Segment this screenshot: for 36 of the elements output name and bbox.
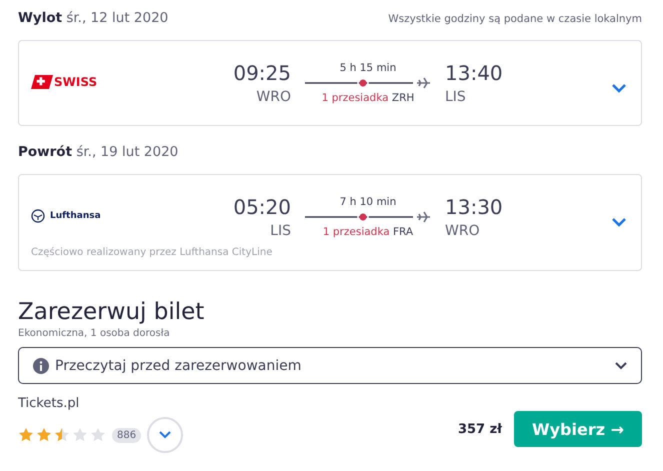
stops-count: 1 przesiadka	[322, 92, 389, 104]
price: 357 zł	[458, 422, 502, 436]
arrival-airport: WRO	[445, 223, 481, 239]
info-icon	[33, 358, 49, 374]
expand-chevron-icon[interactable]	[611, 83, 627, 93]
chevron-down-icon	[615, 362, 627, 370]
star-icon	[90, 427, 106, 443]
chevron-down-icon	[159, 431, 172, 439]
info-dropdown[interactable]: Przeczytaj przed zarezerwowaniem	[18, 347, 642, 384]
arrival-time: 13:30	[445, 195, 504, 219]
stop-airport: ZRH	[392, 92, 414, 104]
arrival-time: 13:40	[445, 61, 504, 85]
booking-heading: Zarezerwuj bilet	[18, 299, 206, 325]
expand-chevron-icon[interactable]	[611, 217, 627, 227]
booking-subtitle: Ekonomiczna, 1 osoba dorosła	[18, 328, 171, 339]
airline-logo: SWISS	[31, 74, 98, 88]
provider-name: Tickets.pl	[18, 396, 80, 411]
stops-count: 1 przesiadka	[322, 226, 390, 238]
star-icon	[54, 427, 70, 443]
airline-logo: Lufthansa	[31, 208, 101, 222]
stop-airport: FRA	[393, 226, 414, 238]
review-count: 886	[112, 428, 142, 442]
departure-airport: LIS	[270, 223, 291, 239]
leg-heading: Wylot śr., 12 lut 2020	[18, 10, 168, 26]
timezone-note: Wszystkie godziny są podane w czasie lokalnym	[388, 13, 642, 25]
operated-by-note: Częściowo realizowany przez Lufthansa CityLine	[31, 247, 274, 260]
departure-time: 05:20	[233, 195, 291, 219]
arrival-airport: LIS	[445, 89, 467, 105]
star-icon	[72, 427, 88, 443]
departure-time: 09:25	[233, 61, 291, 85]
flight-duration: 5 h 15 min	[340, 62, 396, 74]
departure-airport: WRO	[256, 89, 291, 105]
flight-duration: 7 h 10 min	[340, 196, 396, 208]
star-icon	[18, 427, 34, 443]
star-icon	[36, 427, 52, 443]
leg-heading: Powrót śr., 19 lut 2020	[18, 144, 178, 160]
